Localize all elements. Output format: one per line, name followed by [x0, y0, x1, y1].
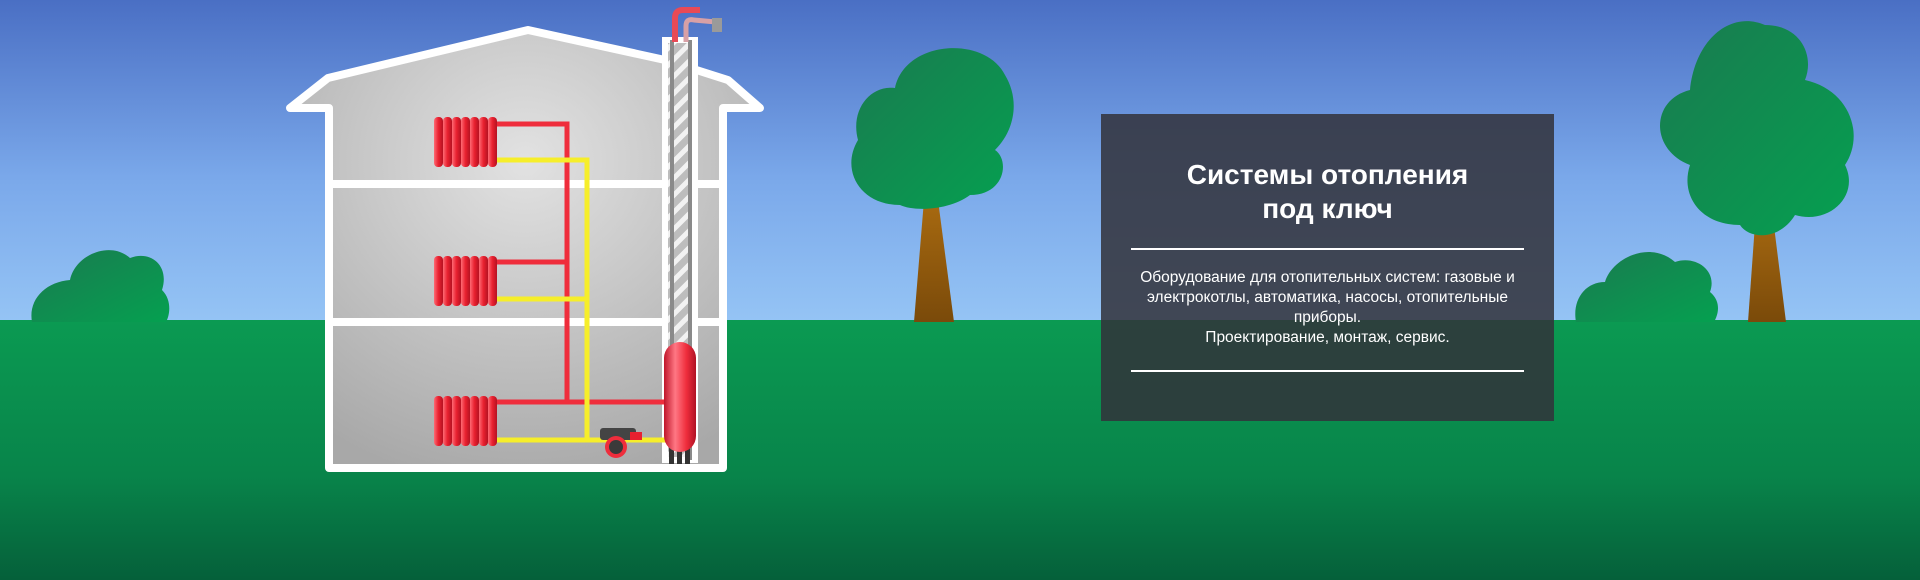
radiator-icon	[434, 256, 497, 306]
banner-title: Системы отопления под ключ	[1131, 158, 1524, 226]
radiator-icon	[434, 396, 497, 446]
banner-title-line2: под ключ	[1262, 193, 1393, 224]
radiator-icon	[434, 117, 497, 167]
info-panel: Системы отопления под ключ Оборудование …	[1101, 114, 1554, 421]
banner-description: Оборудование для отопительных систем: га…	[1131, 268, 1524, 348]
grass	[0, 320, 1920, 580]
banner-description-line1: Оборудование для отопительных систем: га…	[1140, 269, 1515, 326]
bottom-divider	[1131, 370, 1524, 372]
banner-title-line1: Системы отопления	[1186, 159, 1469, 190]
expansion-tank-icon	[664, 342, 696, 452]
top-divider	[1131, 248, 1524, 250]
banner-description-line2: Проектирование, монтаж, сервис.	[1205, 329, 1450, 346]
heating-illustration	[0, 0, 1920, 580]
